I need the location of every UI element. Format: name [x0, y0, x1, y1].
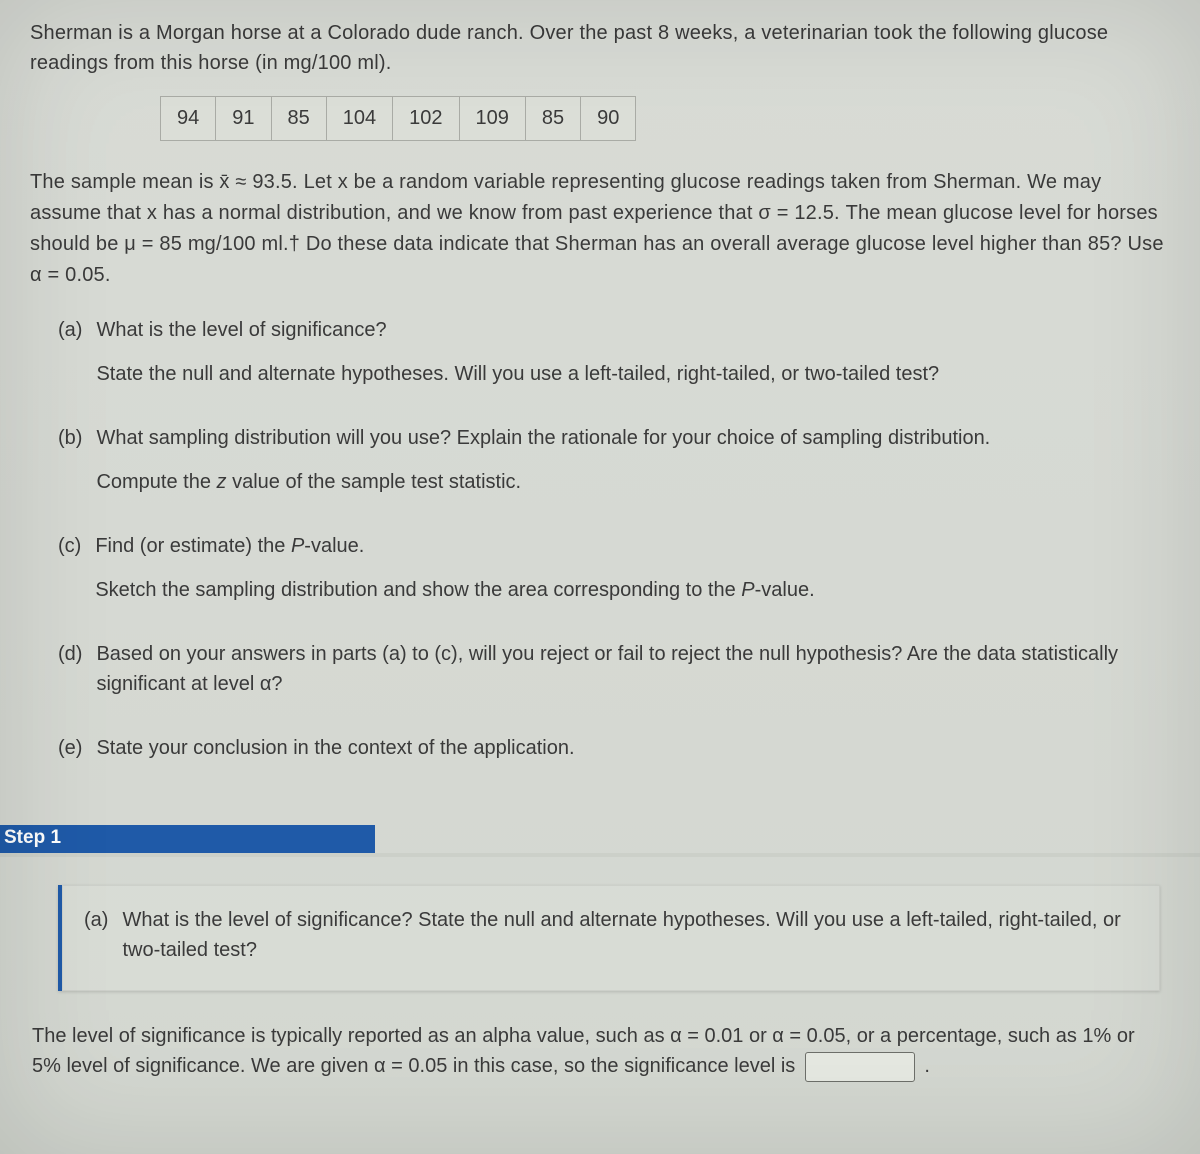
readings-table: 94 91 85 104 102 109 85 90	[160, 96, 636, 141]
text: value of the sample test statistic.	[227, 471, 522, 493]
question-sub: Sketch the sampling distribution and sho…	[95, 575, 1170, 605]
text: The level of significance is typically r…	[32, 1025, 1135, 1077]
step-question: (a) What is the level of significance? S…	[84, 905, 1140, 965]
question-body: What sampling distribution will you use?…	[96, 423, 1170, 497]
question-sub: State the null and alternate hypotheses.…	[96, 359, 1170, 389]
question-d: (d) Based on your answers in parts (a) t…	[58, 639, 1170, 699]
text: -value.	[755, 579, 815, 601]
reading-cell: 85	[525, 97, 580, 141]
question-a: (a) What is the level of significance? S…	[58, 315, 1170, 389]
step-label: Step 1	[4, 827, 61, 849]
text: Find (or estimate) the	[95, 535, 291, 557]
intro-text: Sherman is a Morgan horse at a Colorado …	[30, 18, 1170, 78]
reading-cell: 90	[581, 97, 636, 141]
question-label: (d)	[58, 639, 82, 699]
question-e: (e) State your conclusion in the context…	[58, 733, 1170, 763]
question-body: Find (or estimate) the P-value. Sketch t…	[95, 531, 1170, 605]
reading-cell: 104	[326, 97, 392, 141]
z-var: z	[217, 471, 227, 493]
step-question-label: (a)	[84, 905, 108, 965]
question-c: (c) Find (or estimate) the P-value. Sket…	[58, 531, 1170, 605]
question-b: (b) What sampling distribution will you …	[58, 423, 1170, 497]
question-label: (c)	[58, 531, 81, 605]
question-main: Based on your answers in parts (a) to (c…	[96, 639, 1170, 699]
question-label: (a)	[58, 315, 82, 389]
reading-cell: 91	[216, 97, 271, 141]
reading-cell: 109	[459, 97, 525, 141]
text: Sketch the sampling distribution and sho…	[95, 579, 741, 601]
question-sub: Compute the z value of the sample test s…	[96, 467, 1170, 497]
question-body: What is the level of significance? State…	[96, 315, 1170, 389]
question-main: State your conclusion in the context of …	[96, 733, 1170, 763]
p-var: P	[291, 535, 304, 557]
step-question-text: What is the level of significance? State…	[122, 905, 1140, 965]
problem-page: Sherman is a Morgan horse at a Colorado …	[0, 0, 1200, 1154]
question-main: Find (or estimate) the P-value.	[95, 531, 1170, 561]
text: -value.	[304, 535, 364, 557]
description-text: The sample mean is x̄ ≈ 93.5. Let x be a…	[30, 167, 1170, 291]
step-question-box: (a) What is the level of significance? S…	[58, 885, 1160, 991]
question-body: Based on your answers in parts (a) to (c…	[96, 639, 1170, 699]
reading-cell: 102	[393, 97, 459, 141]
step-progress-bar: Step 1	[0, 825, 1200, 857]
question-body: State your conclusion in the context of …	[96, 733, 1170, 763]
reading-cell: 94	[161, 97, 216, 141]
explanation-text: The level of significance is typically r…	[32, 1021, 1160, 1082]
table-row: 94 91 85 104 102 109 85 90	[161, 97, 636, 141]
question-main: What sampling distribution will you use?…	[96, 423, 1170, 453]
significance-level-input[interactable]	[805, 1052, 915, 1082]
step-progress-track	[0, 853, 1200, 857]
reading-cell: 85	[271, 97, 326, 141]
question-label: (b)	[58, 423, 82, 497]
text: .	[924, 1055, 930, 1077]
question-label: (e)	[58, 733, 82, 763]
text: Compute the	[96, 471, 216, 493]
question-list: (a) What is the level of significance? S…	[30, 315, 1170, 763]
question-main: What is the level of significance?	[96, 315, 1170, 345]
p-var: P	[741, 579, 754, 601]
